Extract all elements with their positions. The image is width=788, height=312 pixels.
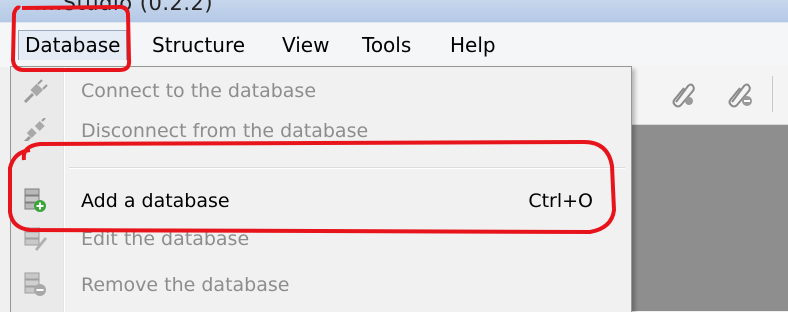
- menu-structure[interactable]: Structure: [146, 30, 251, 60]
- database-remove-icon: [24, 272, 46, 296]
- menu-database[interactable]: Database: [18, 30, 128, 60]
- menu-item-label: Disconnect from the database: [81, 120, 369, 141]
- menu-item-add-database[interactable]: Add a database Ctrl+O: [11, 183, 631, 219]
- attachment-add-icon[interactable]: [668, 80, 696, 108]
- toolbar-separator: [772, 76, 773, 112]
- menu-item-disconnect[interactable]: Disconnect from the database: [11, 113, 631, 141]
- window-titlebar: ....Studio (0.2.2): [0, 0, 788, 22]
- menu-item-label: Add a database: [81, 190, 230, 212]
- plug-connect-icon: [23, 79, 48, 104]
- database-add-icon: [24, 188, 46, 212]
- database-edit-icon: [24, 227, 47, 251]
- menu-help[interactable]: Help: [444, 30, 502, 60]
- window-title: ....Studio (0.2.2): [34, 0, 214, 15]
- menu-bar: Database Structure View Tools Help: [0, 22, 788, 67]
- menu-item-label: Connect to the database: [81, 80, 317, 102]
- menu-item-connect[interactable]: Connect to the database: [11, 73, 631, 109]
- attachment-remove-icon[interactable]: [726, 80, 754, 108]
- menu-view[interactable]: View: [276, 30, 335, 60]
- database-dropdown-menu: Connect to the database Disconnect from …: [10, 66, 632, 312]
- menu-tools[interactable]: Tools: [356, 30, 417, 60]
- workspace-area: [630, 125, 788, 311]
- menu-item-edit-database[interactable]: Edit the database: [11, 227, 631, 257]
- toolbar: [630, 66, 788, 125]
- plug-disconnect-icon: [23, 118, 46, 141]
- menu-separator: [69, 167, 625, 169]
- menu-item-label: Remove the database: [81, 274, 290, 296]
- menu-item-remove-database[interactable]: Remove the database: [11, 267, 631, 303]
- menu-item-shortcut: Ctrl+O: [528, 190, 593, 212]
- menu-item-label: Edit the database: [81, 228, 250, 250]
